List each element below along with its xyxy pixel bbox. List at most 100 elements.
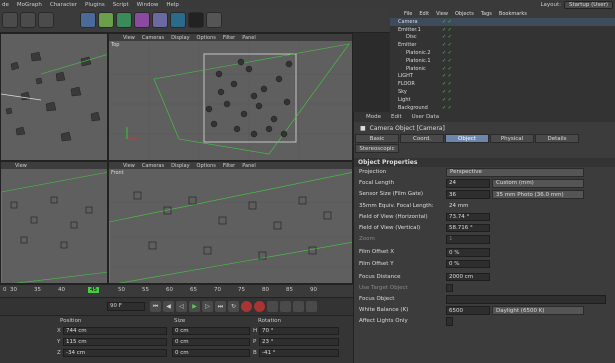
visibility-check-icon[interactable]: ✓ ✓ [442, 89, 452, 95]
visibility-check-icon[interactable]: ✓ ✓ [442, 81, 452, 87]
om-menu-tags[interactable]: Tags [481, 11, 492, 17]
visibility-check-icon[interactable]: ✓ ✓ [442, 58, 452, 64]
size-z-field[interactable]: 0 cm [172, 349, 250, 357]
om-menu-view[interactable]: View [436, 11, 448, 17]
tab-details[interactable]: Details [535, 134, 579, 143]
prev-frame-icon[interactable]: ◁ [176, 301, 187, 312]
menu-item[interactable]: MoGraph [17, 2, 42, 8]
tab-object[interactable]: Object [445, 134, 489, 143]
menu-item[interactable]: Character [50, 2, 77, 8]
light-icon[interactable] [206, 12, 222, 28]
object-row-platonic[interactable]: Platonic ✓ ✓ [390, 65, 615, 73]
visibility-check-icon[interactable]: ✓ ✓ [442, 66, 452, 72]
menu-item[interactable]: Help [166, 2, 179, 8]
focus-distance-field[interactable]: 2000 cm [446, 272, 490, 282]
object-row-light-upper[interactable]: LIGHT ✓ ✓ [390, 73, 615, 81]
object-row-emitter1[interactable]: Emitter.1 ✓ ✓ [390, 26, 615, 34]
fov-v-field[interactable]: 58.716 ° [446, 223, 490, 233]
om-menu-edit[interactable]: Edit [419, 11, 429, 17]
play-icon[interactable]: ▶ [189, 301, 200, 312]
position-z-field[interactable]: -34 cm [63, 349, 167, 357]
object-row-platonic1[interactable]: Platonic.1 ✓ ✓ [390, 57, 615, 65]
white-balance-field[interactable]: 6500 [446, 306, 490, 315]
size-y-field[interactable]: 0 cm [172, 338, 250, 346]
focus-object-link[interactable] [446, 295, 606, 304]
viewport-top[interactable]: View Cameras Display Options Filter Pane… [108, 33, 353, 161]
rotation-key-icon[interactable] [293, 301, 304, 312]
object-row-platonic2[interactable]: Platonic.2 ✓ ✓ [390, 49, 615, 57]
visibility-check-icon[interactable]: ✓ ✓ [442, 34, 452, 40]
focal-length-preset[interactable]: Custom (mm) [492, 179, 584, 188]
object-row-emitter[interactable]: Emitter ✓ ✓ [390, 41, 615, 49]
object-row-background[interactable]: Background ✓ ✓ [390, 104, 615, 112]
rotation-b-field[interactable]: -41 ° [259, 349, 339, 357]
visibility-check-icon[interactable]: ✓ ✓ [442, 97, 452, 103]
menu-item[interactable]: de [2, 2, 9, 8]
array-icon[interactable] [134, 12, 150, 28]
object-row-camera[interactable]: Camera ✓ ✓ [390, 18, 615, 26]
menu-item[interactable]: Plugins [85, 2, 105, 8]
om-menu-bookmarks[interactable]: Bookmarks [499, 11, 527, 17]
viewport-perspective[interactable] [0, 33, 108, 161]
rotation-p-field[interactable]: 23 ° [259, 338, 339, 346]
tab-coord[interactable]: Coord. [400, 134, 444, 143]
visibility-check-icon[interactable]: ✓ ✓ [442, 42, 452, 48]
viewport-right[interactable]: View [0, 161, 108, 284]
zoom-field[interactable]: 1 [446, 235, 490, 244]
position-key-icon[interactable] [280, 301, 291, 312]
visibility-check-icon[interactable]: ✓ ✓ [442, 50, 452, 56]
rotation-h-field[interactable]: 70 ° [259, 327, 339, 335]
record-icon[interactable] [241, 301, 252, 312]
layout-dropdown[interactable]: Startup (User) [564, 1, 613, 9]
visibility-check-icon[interactable]: ✓ ✓ [442, 105, 452, 111]
size-x-field[interactable]: 0 cm [172, 327, 250, 335]
autokey-icon[interactable] [254, 301, 265, 312]
visibility-check-icon[interactable]: ✓ ✓ [442, 73, 452, 79]
position-x-field[interactable]: 744 cm [63, 327, 167, 335]
deformer-icon[interactable] [152, 12, 168, 28]
nurbs-icon[interactable] [116, 12, 132, 28]
use-target-checkbox[interactable] [446, 283, 453, 293]
am-menu-mode[interactable]: Mode [366, 114, 381, 120]
om-menu-objects[interactable]: Objects [455, 11, 474, 17]
visibility-check-icon[interactable]: ✓ ✓ [442, 19, 452, 25]
end-frame-field[interactable]: 90 F [107, 302, 145, 311]
tab-physical[interactable]: Physical [490, 134, 534, 143]
am-menu-userdata[interactable]: User Data [412, 114, 439, 120]
am-menu-edit[interactable]: Edit [391, 114, 402, 120]
object-row-disc[interactable]: Disc ✓ ✓ [390, 34, 615, 42]
floor-icon[interactable] [170, 12, 186, 28]
viewport-front[interactable]: View Cameras Display Options Filter Pane… [108, 161, 353, 284]
menu-item[interactable]: Script [113, 2, 129, 8]
scale-key-icon[interactable] [306, 301, 317, 312]
current-frame-marker[interactable]: 45 [88, 287, 99, 293]
rotate-tool-icon[interactable] [38, 12, 54, 28]
keyframe-selection-icon[interactable] [267, 301, 278, 312]
move-tool-icon[interactable] [2, 12, 18, 28]
white-balance-preset[interactable]: Daylight (6500 K) [492, 306, 584, 315]
object-row-sky[interactable]: Sky ✓ ✓ [390, 88, 615, 96]
focal-length-field[interactable]: 24 [446, 179, 490, 188]
tab-stereoscopic[interactable]: Stereoscopic [355, 144, 399, 153]
cube-icon[interactable] [80, 12, 96, 28]
object-row-floor[interactable]: FLOOR ✓ ✓ [390, 80, 615, 88]
film-x-field[interactable]: 0 % [446, 248, 490, 257]
last-frame-icon[interactable]: ⏭ [215, 301, 226, 312]
om-menu-file[interactable]: File [404, 11, 412, 17]
loop-icon[interactable]: ↻ [228, 301, 239, 312]
next-frame-icon[interactable]: ▷ [202, 301, 213, 312]
camera-icon[interactable] [188, 12, 204, 28]
sensor-preset[interactable]: 35 mm Photo (36.0 mm) [492, 190, 584, 199]
spline-pen-icon[interactable] [98, 12, 114, 28]
visibility-check-icon[interactable]: ✓ ✓ [442, 27, 452, 33]
object-row-light[interactable]: Light ✓ ✓ [390, 96, 615, 104]
sensor-field[interactable]: 36 [446, 190, 490, 199]
projection-dropdown[interactable]: Perspective [446, 168, 584, 177]
position-y-field[interactable]: 115 cm [63, 338, 167, 346]
fov-h-field[interactable]: 73.74 ° [446, 212, 490, 222]
film-y-field[interactable]: 0 % [446, 259, 490, 268]
timeline-ruler[interactable]: 0 30 35 40 45 50 55 60 65 70 75 80 85 90 [0, 284, 353, 297]
prev-key-icon[interactable]: ◀ [163, 301, 174, 312]
menu-item[interactable]: Window [137, 2, 159, 8]
first-frame-icon[interactable]: ⏮ [150, 301, 161, 312]
